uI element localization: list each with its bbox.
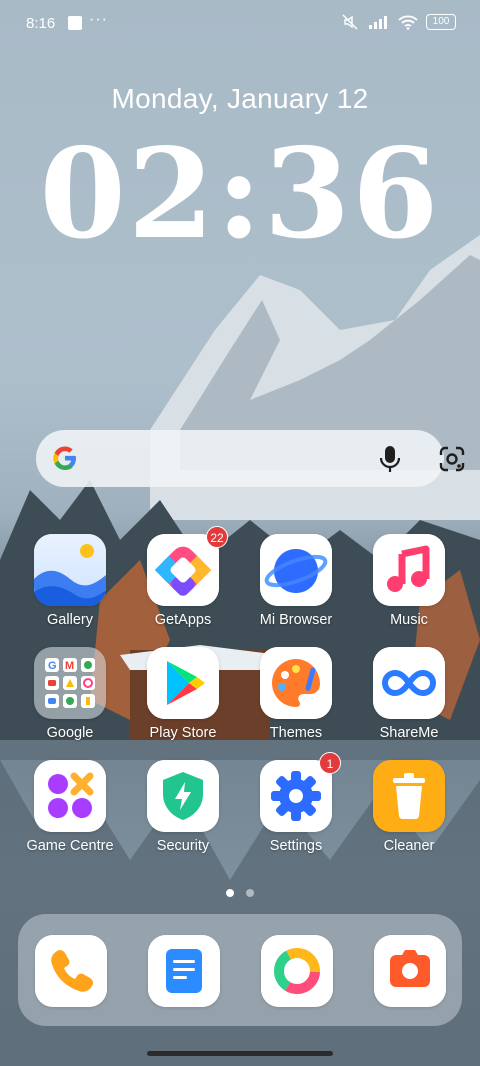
gallery-icon [34,534,106,606]
battery-icon: 100 [426,14,456,30]
status-icons: 100 [340,14,456,30]
app-music[interactable]: Music [354,534,464,628]
google-folder-icon: G M [34,647,106,719]
app-google-folder[interactable]: G M Google [15,647,125,741]
lockscreen-clock: 02:36 [39,122,441,267]
app-label: Cleaner [383,838,435,854]
lens-icon[interactable] [439,446,465,472]
app-label: Game Centre [26,838,114,854]
browser-icon [260,534,332,606]
app-game-centre[interactable]: Game Centre [15,760,125,854]
cleaner-icon [373,760,445,832]
notification-badge: 1 [319,752,341,774]
music-icon [373,534,445,606]
game-centre-icon [34,760,106,832]
app-label: Mi Browser [259,612,333,628]
app-play-store[interactable]: Play Store [128,647,238,741]
home-indicator[interactable] [147,1051,333,1056]
app-themes[interactable]: Themes [241,647,351,741]
app-gallery[interactable]: Gallery [15,534,125,628]
dock [18,914,462,1026]
more-notifications-icon: ··· [89,11,108,28]
signal-icon [369,16,387,29]
app-security[interactable]: Security [128,760,238,854]
camera-app-ring-icon[interactable] [261,935,333,1007]
app-label: ShareMe [379,725,439,741]
page-dot-active [226,889,234,897]
camera-icon[interactable] [374,935,446,1007]
google-search-bar[interactable] [36,430,465,487]
security-icon [147,760,219,832]
settings-icon: 1 [260,752,341,832]
notes-icon[interactable] [148,935,220,1007]
app-label: Settings [269,838,323,854]
shareme-icon [373,647,445,719]
svg-text:M: M [65,660,74,672]
app-label: Play Store [149,725,217,741]
svg-text:G: G [48,660,57,672]
app-label: GetApps [154,612,212,628]
app-shareme[interactable]: ShareMe [354,647,464,741]
status-bar: 8:16 ··· 100 [0,0,480,46]
app-label: Security [156,838,210,854]
themes-icon [260,647,332,719]
page-indicator [0,884,480,902]
app-cleaner[interactable]: Cleaner [354,760,464,854]
page-dot [246,889,254,897]
app-mi-browser[interactable]: Mi Browser [241,534,351,628]
lockscreen-date: Monday, January 12 [111,83,369,114]
app-getapps[interactable]: 22 GetApps [128,526,238,628]
app-settings[interactable]: 1 Settings [241,752,351,854]
google-logo-icon [53,446,76,470]
app-label: Gallery [47,612,93,628]
mic-icon[interactable] [379,445,401,473]
notification-square-icon [68,16,82,30]
play-store-icon [147,647,219,719]
notification-badge: 22 [206,526,228,548]
getapps-icon: 22 [147,526,228,606]
mute-icon [342,14,358,30]
app-label: Google [46,725,94,741]
app-label: Music [390,612,428,628]
phone-icon[interactable] [35,935,107,1007]
app-label: Themes [269,725,323,741]
status-time: 8:16 [26,15,56,32]
wifi-icon [398,15,418,30]
